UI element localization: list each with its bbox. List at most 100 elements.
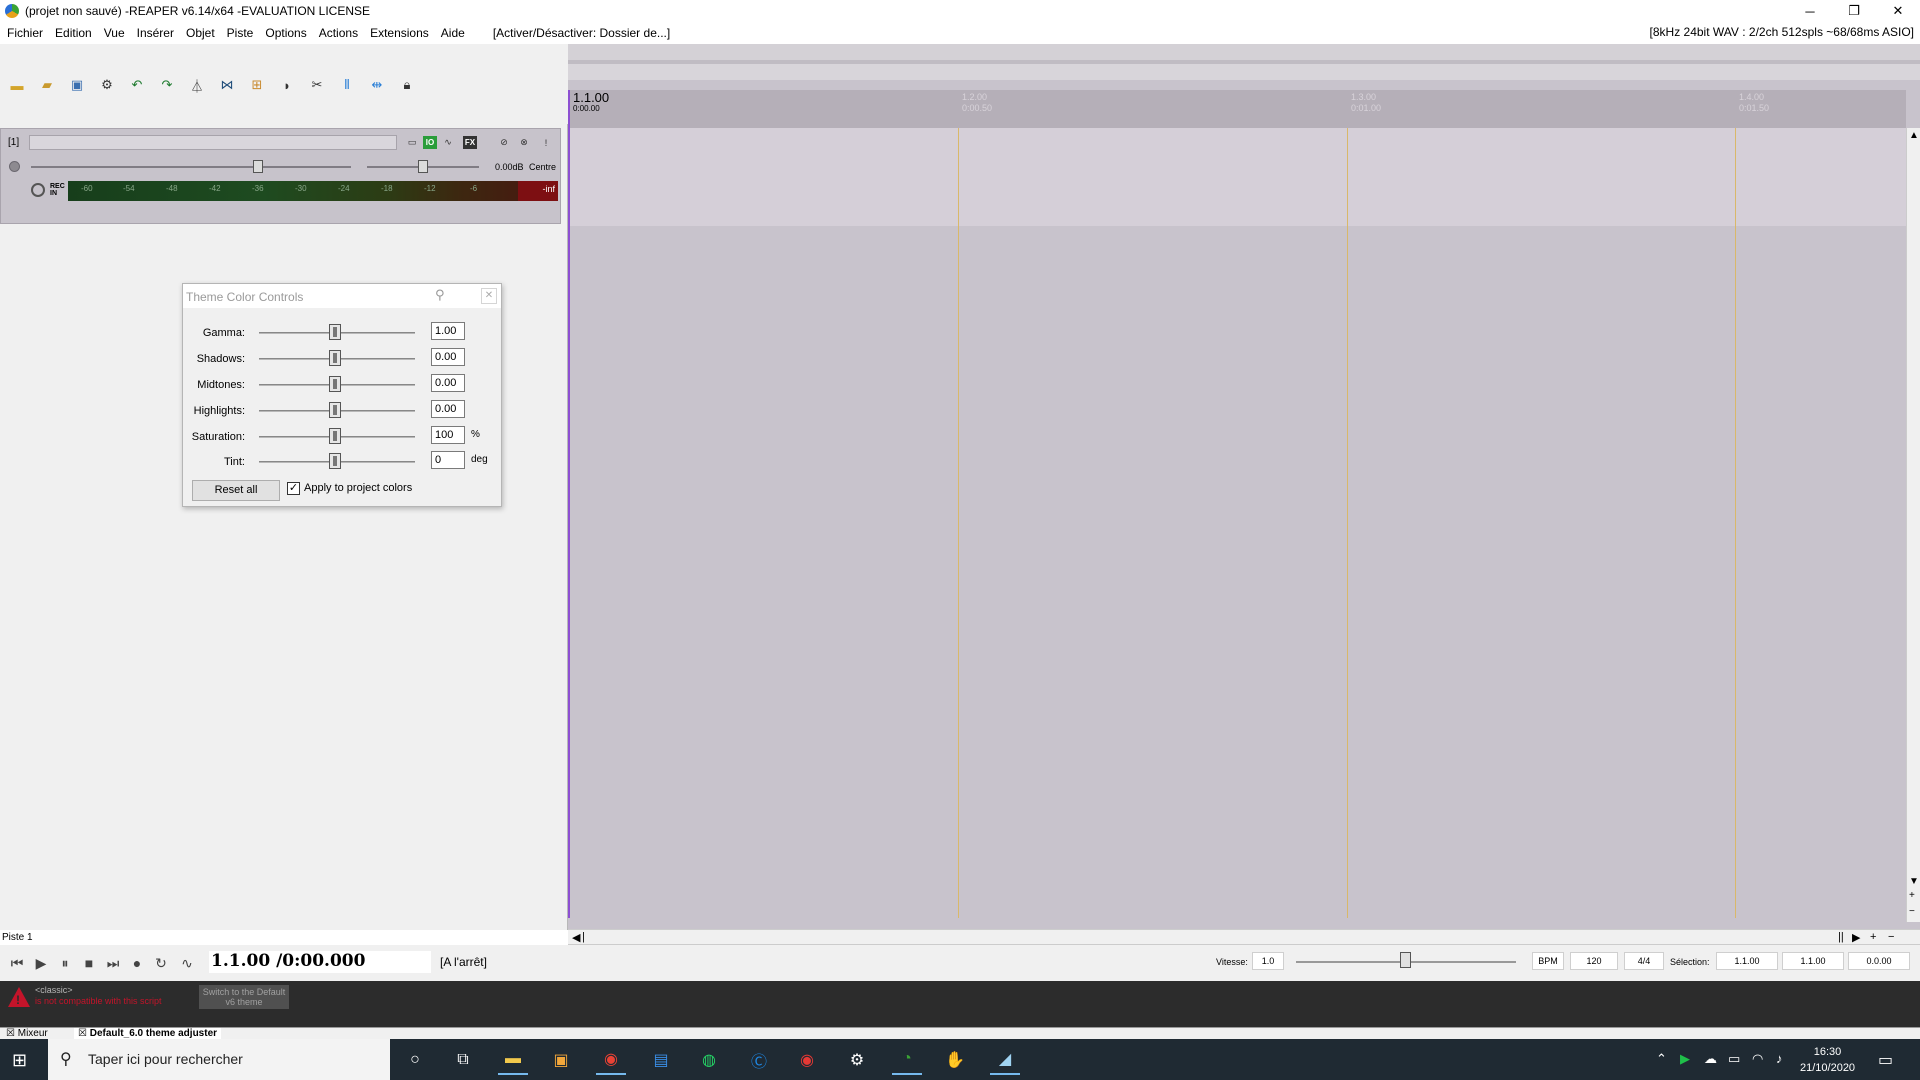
- horizontal-scrollbar[interactable]: ◀ | || ▶ + −: [568, 929, 1920, 945]
- minimize-button[interactable]: ─: [1788, 0, 1832, 22]
- arrange-region-lane[interactable]: [568, 64, 1920, 80]
- dialog-title-bar[interactable]: Theme Color Controls ⚲ ✕: [183, 284, 501, 308]
- track-io-button[interactable]: IO: [423, 136, 437, 149]
- solo-icon[interactable]: !: [539, 136, 553, 149]
- playrate-input[interactable]: 1.0: [1252, 952, 1284, 970]
- menu-actions[interactable]: Actions: [313, 26, 364, 40]
- metronome-icon[interactable]: ⏃: [188, 76, 206, 94]
- mute-icon[interactable]: ⊗: [517, 136, 531, 149]
- pan-slider-knob[interactable]: [418, 160, 428, 173]
- track-1-header[interactable]: [1] ▭ IO ∿ FX ⊘ ⊗ ! 0.00dB Centre REC IN …: [0, 128, 561, 224]
- dialog-close-button[interactable]: ✕: [481, 288, 497, 304]
- pause-icon[interactable]: ⏸: [56, 954, 74, 972]
- scroll-down-icon[interactable]: ▼: [1909, 876, 1919, 887]
- switch-theme-button[interactable]: Switch to the Default v6 theme: [199, 985, 289, 1009]
- scroll-up-icon[interactable]: ▲: [1909, 130, 1919, 141]
- ccleaner-icon[interactable]: Ⓒ: [744, 1045, 774, 1075]
- chrome-icon[interactable]: ◉: [596, 1045, 626, 1075]
- tint-input[interactable]: 0: [431, 451, 465, 469]
- stop-icon[interactable]: ■: [80, 954, 98, 972]
- menu-inserer[interactable]: Insérer: [131, 26, 180, 40]
- shadows-input[interactable]: 0.00: [431, 348, 465, 366]
- scroll-left-icon[interactable]: ◀: [572, 931, 580, 944]
- cortana-icon[interactable]: ○: [400, 1045, 430, 1075]
- highlights-slider-thumb[interactable]: [329, 402, 341, 418]
- undo-icon[interactable]: ↶: [128, 76, 146, 94]
- gamma-slider-thumb[interactable]: [329, 324, 341, 340]
- scroll-thumb-left[interactable]: |: [582, 931, 585, 943]
- volume-icon[interactable]: ♪: [1776, 1051, 1783, 1066]
- project-settings-icon[interactable]: ⚙: [98, 76, 116, 94]
- repeat-icon[interactable]: ↻: [152, 954, 170, 972]
- open-project-icon[interactable]: ▰: [38, 76, 56, 94]
- play-cursor[interactable]: [568, 90, 570, 918]
- zoom-out-horizontal-icon[interactable]: −: [1888, 931, 1894, 943]
- automation-mode-icon[interactable]: ∿: [178, 954, 196, 972]
- menu-fichier[interactable]: Fichier: [0, 26, 49, 40]
- store-icon[interactable]: ▣: [546, 1045, 576, 1075]
- menu-edition[interactable]: Edition: [49, 26, 98, 40]
- go-to-start-icon[interactable]: ⏮: [8, 954, 26, 972]
- media-player-icon[interactable]: ◉: [792, 1045, 822, 1075]
- tray-app-icon[interactable]: ▶: [1680, 1051, 1690, 1067]
- taskbar-clock[interactable]: 16:30 21/10/2020: [1800, 1044, 1855, 1076]
- highlights-input[interactable]: 0.00: [431, 400, 465, 418]
- save-project-icon[interactable]: ▣: [68, 76, 86, 94]
- saturation-slider-thumb[interactable]: [329, 428, 341, 444]
- arrange-view[interactable]: 1.1.00 0:00.00 1.2.00 0:00.50 1.3.00 0:0…: [568, 44, 1920, 930]
- task-view-icon[interactable]: ⧉: [448, 1045, 478, 1075]
- lock-icon[interactable]: 🔒︎: [398, 76, 416, 94]
- timeline-ruler[interactable]: [568, 90, 1906, 128]
- menu-options[interactable]: Options: [259, 26, 312, 40]
- selection-length-input[interactable]: 0.0.00: [1848, 952, 1910, 970]
- scroll-thumb-right[interactable]: ||: [1838, 931, 1844, 943]
- menu-objet[interactable]: Objet: [180, 26, 221, 40]
- apply-to-project-colors-checkbox[interactable]: ✓: [287, 482, 300, 495]
- track-1-lane[interactable]: [568, 128, 1906, 226]
- folder-icon[interactable]: ▭: [405, 136, 419, 149]
- bpm-label[interactable]: BPM: [1532, 952, 1564, 970]
- midtones-input[interactable]: 0.00: [431, 374, 465, 392]
- split-icon[interactable]: ⇹: [368, 76, 386, 94]
- time-signature-input[interactable]: 4/4: [1624, 952, 1664, 970]
- gamma-input[interactable]: 1.00: [431, 322, 465, 340]
- track-name-field[interactable]: [29, 135, 397, 150]
- volume-slider[interactable]: [31, 160, 351, 173]
- close-button[interactable]: ✕: [1876, 0, 1920, 22]
- redo-icon[interactable]: ↷: [158, 76, 176, 94]
- menu-vue[interactable]: Vue: [98, 26, 131, 40]
- phase-icon[interactable]: ⊘: [497, 136, 511, 149]
- play-icon[interactable]: ▶: [32, 954, 50, 972]
- auto-crossfade-icon[interactable]: ✂: [308, 76, 326, 94]
- pin-icon[interactable]: ⚲: [435, 287, 445, 303]
- track-fx-button[interactable]: FX: [463, 136, 477, 149]
- vertical-scrollbar[interactable]: ▲ ▼ + −: [1906, 128, 1920, 922]
- apply-to-project-colors-label[interactable]: Apply to project colors: [304, 482, 412, 494]
- reset-all-button[interactable]: Reset all: [192, 480, 280, 501]
- pan-slider[interactable]: [367, 160, 479, 173]
- record-icon[interactable]: ●: [128, 954, 146, 972]
- file-explorer-icon[interactable]: ▬: [498, 1045, 528, 1075]
- scroll-right-icon[interactable]: ▶: [1852, 931, 1860, 944]
- app-icon-blue[interactable]: ◢: [990, 1045, 1020, 1075]
- whatsapp-icon[interactable]: ◍: [694, 1045, 724, 1075]
- audio-device-status[interactable]: [8kHz 24bit WAV : 2/2ch 512spls ~68/68ms…: [1650, 25, 1914, 39]
- volume-slider-knob[interactable]: [253, 160, 263, 173]
- record-arm-button[interactable]: [9, 161, 20, 172]
- meter-peak-readout[interactable]: -inf: [518, 181, 558, 201]
- midtones-slider-thumb[interactable]: [329, 376, 341, 392]
- zoom-in-vertical-icon[interactable]: +: [1909, 890, 1915, 901]
- app-icon-orange[interactable]: ✋: [940, 1045, 970, 1075]
- windows-start-icon[interactable]: ⊞: [12, 1050, 32, 1070]
- onedrive-icon[interactable]: ☁: [1704, 1051, 1717, 1067]
- new-project-icon[interactable]: ▬: [8, 76, 26, 94]
- menu-aide[interactable]: Aide: [435, 26, 471, 40]
- menu-piste[interactable]: Piste: [221, 26, 260, 40]
- shadows-slider-thumb[interactable]: [329, 350, 341, 366]
- notifications-icon[interactable]: ▭: [1878, 1050, 1893, 1070]
- saturation-input[interactable]: 100: [431, 426, 465, 444]
- taskbar-search-box[interactable]: ⚲ Taper ici pour rechercher: [48, 1039, 390, 1080]
- snap-icon[interactable]: ⋈: [218, 76, 236, 94]
- zoom-out-vertical-icon[interactable]: −: [1909, 906, 1915, 917]
- input-monitor-icon[interactable]: [31, 183, 45, 197]
